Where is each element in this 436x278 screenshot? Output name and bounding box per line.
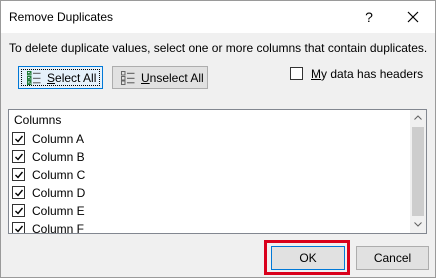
- checkmark-icon: [15, 135, 24, 143]
- checkmark-icon: [15, 153, 24, 161]
- checkmark-icon: [15, 189, 24, 197]
- scroll-up-button[interactable]: [410, 110, 426, 126]
- column-label: Column C: [32, 168, 86, 182]
- column-checkbox[interactable]: [12, 222, 25, 233]
- my-data-has-headers-checkbox[interactable]: [290, 67, 303, 80]
- instruction-text: To delete duplicate values, select one o…: [9, 41, 428, 55]
- remove-duplicates-dialog: Remove Duplicates ? To delete duplicate …: [0, 0, 436, 278]
- column-checkbox[interactable]: [12, 204, 25, 217]
- scroll-down-button[interactable]: [410, 217, 426, 233]
- help-button[interactable]: ?: [357, 5, 381, 29]
- ok-label: OK: [299, 251, 317, 265]
- column-label: Column E: [32, 204, 85, 218]
- column-list-item[interactable]: Column C: [9, 166, 411, 184]
- my-data-has-headers-label: My data has headers: [311, 67, 424, 81]
- chevron-down-icon: [414, 222, 422, 227]
- column-list-item[interactable]: Column A: [9, 130, 411, 148]
- column-list-item[interactable]: Column E: [9, 202, 411, 220]
- columns-scrollbar[interactable]: [410, 110, 426, 233]
- columns-list-header: Columns: [14, 113, 62, 127]
- scroll-thumb[interactable]: [412, 127, 424, 216]
- checkmark-icon: [15, 171, 24, 179]
- column-list-item[interactable]: Column B: [9, 148, 411, 166]
- chevron-up-icon: [414, 115, 422, 120]
- close-button[interactable]: [399, 5, 427, 29]
- ok-button[interactable]: OK: [271, 246, 345, 270]
- column-checkbox[interactable]: [12, 132, 25, 145]
- column-label: Column F: [32, 222, 85, 234]
- columns-list[interactable]: Columns Column A Column B Column C Colum…: [8, 109, 427, 234]
- column-label: Column D: [32, 186, 86, 200]
- title-bar: Remove Duplicates ?: [1, 1, 435, 33]
- column-list-item[interactable]: Column F: [9, 220, 411, 234]
- select-all-label: Select All: [47, 71, 97, 85]
- cancel-button[interactable]: Cancel: [356, 246, 429, 270]
- unselect-all-label: Unselect All: [141, 71, 204, 85]
- column-checkbox[interactable]: [12, 150, 25, 163]
- select-all-icon: [27, 71, 41, 88]
- cancel-label: Cancel: [373, 251, 412, 265]
- checkmark-icon: [15, 207, 24, 215]
- column-checkbox[interactable]: [12, 168, 25, 181]
- column-label: Column A: [32, 132, 85, 146]
- dialog-title: Remove Duplicates: [9, 10, 114, 24]
- unselect-all-icon: [121, 71, 135, 88]
- select-all-button[interactable]: Select All: [18, 66, 103, 89]
- close-icon: [407, 11, 419, 23]
- unselect-all-button[interactable]: Unselect All: [112, 66, 208, 89]
- column-checkbox[interactable]: [12, 186, 25, 199]
- column-list-item[interactable]: Column D: [9, 184, 411, 202]
- column-label: Column B: [32, 150, 85, 164]
- checkmark-icon: [15, 225, 24, 233]
